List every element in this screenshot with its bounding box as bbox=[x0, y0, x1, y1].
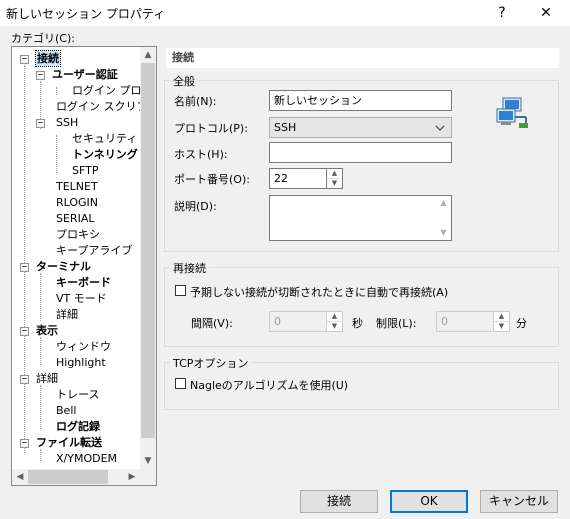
tree-item-logging[interactable]: ログ記録 bbox=[56, 419, 100, 434]
tree-item-xymodem[interactable]: X/YMODEM bbox=[56, 451, 117, 466]
tree-item-trace[interactable]: トレース bbox=[56, 387, 99, 402]
tree-item-serial[interactable]: SERIAL bbox=[56, 211, 94, 226]
scroll-left-icon[interactable]: ◀ bbox=[12, 469, 28, 485]
scroll-down-icon[interactable]: ▼ bbox=[436, 226, 451, 240]
protocol-select[interactable]: SSH bbox=[269, 117, 452, 138]
spin-up-icon[interactable]: ▲ bbox=[327, 312, 342, 322]
interval-field[interactable]: 0 bbox=[269, 311, 327, 332]
cancel-button[interactable]: キャンセル bbox=[480, 490, 558, 513]
session-name-field[interactable]: 新しいセッション bbox=[269, 90, 452, 111]
tree-item-user-auth[interactable]: ユーザー認証 bbox=[52, 67, 118, 82]
spin-down-icon[interactable]: ▼ bbox=[327, 322, 342, 331]
collapse-icon[interactable]: − bbox=[20, 263, 29, 272]
interval-spinner[interactable]: ▲ ▼ bbox=[327, 311, 343, 332]
tree-vertical-scroll-thumb[interactable] bbox=[141, 63, 155, 438]
tree-item-security[interactable]: セキュリティ bbox=[72, 131, 137, 146]
page-title: 接続 bbox=[166, 48, 559, 68]
description-scrollbar[interactable]: ▲ ▼ bbox=[436, 196, 451, 240]
tcp-options-group-title: TCPオプション bbox=[170, 355, 252, 371]
ok-button[interactable]: OK bbox=[390, 490, 468, 513]
reconnect-group-title: 再接続 bbox=[170, 260, 209, 276]
limit-unit: 分 bbox=[516, 317, 527, 330]
collapse-icon[interactable]: − bbox=[20, 375, 29, 384]
tree-item-bell[interactable]: Bell bbox=[56, 403, 76, 418]
collapse-icon[interactable]: − bbox=[36, 71, 45, 80]
auto-reconnect-label[interactable]: 予期しない接続が切断されたときに自動で再接続(A) bbox=[190, 284, 448, 300]
scroll-up-icon[interactable]: ▲ bbox=[436, 196, 451, 210]
tree-item-vt-mode[interactable]: VT モード bbox=[56, 291, 107, 306]
tree-horizontal-scroll-thumb[interactable] bbox=[28, 470, 108, 484]
close-button[interactable]: ✕ bbox=[535, 3, 557, 23]
collapse-icon[interactable]: − bbox=[20, 439, 29, 448]
tree-item-connection[interactable]: 接続 bbox=[35, 50, 61, 67]
nagle-label[interactable]: Nagleのアルゴリズムを使用(U) bbox=[190, 377, 348, 393]
tree-item-sftp[interactable]: SFTP bbox=[72, 163, 98, 178]
limit-spinner[interactable]: ▲ ▼ bbox=[494, 311, 510, 332]
collapse-icon[interactable]: − bbox=[20, 55, 29, 64]
category-label: カテゴリ(C): bbox=[11, 32, 75, 45]
port-field[interactable]: 22 bbox=[269, 168, 327, 189]
collapse-icon[interactable]: − bbox=[36, 119, 45, 128]
session-name-label: 名前(N): bbox=[174, 95, 217, 108]
spin-down-icon[interactable]: ▼ bbox=[494, 322, 509, 331]
tree-item-tunneling[interactable]: トンネリング bbox=[72, 147, 138, 162]
interval-label: 間隔(V): bbox=[191, 317, 233, 330]
tree-item-terminal[interactable]: ターミナル bbox=[36, 259, 91, 274]
tree-item-appearance[interactable]: 表示 bbox=[36, 323, 58, 338]
title-bar: 新しいセッション プロパティ ? ✕ bbox=[0, 0, 570, 26]
help-button[interactable]: ? bbox=[491, 3, 513, 23]
tree-item-ssh[interactable]: SSH bbox=[56, 115, 78, 130]
network-computers-icon bbox=[496, 97, 528, 128]
tree-item-rlogin[interactable]: RLOGIN bbox=[56, 195, 98, 210]
category-tree[interactable]: − − − − − − − 接続 ユーザー認証 ログイン プロン ログイン スク… bbox=[11, 46, 157, 486]
tree-horizontal-scrollbar[interactable]: ◀ ▶ bbox=[12, 469, 140, 485]
port-label: ポート番号(O): bbox=[174, 173, 250, 186]
tree-item-terminal-advanced[interactable]: 詳細 bbox=[56, 307, 78, 322]
limit-label: 制限(L): bbox=[376, 317, 417, 330]
connect-button[interactable]: 接続 bbox=[300, 490, 378, 513]
general-group-title: 全般 bbox=[170, 73, 198, 89]
description-field[interactable] bbox=[269, 195, 452, 241]
interval-unit: 秒 bbox=[352, 317, 363, 330]
tree-item-advanced[interactable]: 詳細 bbox=[36, 371, 58, 386]
tree-item-keepalive[interactable]: キープアライブ bbox=[56, 243, 132, 258]
tree-item-file-transfer[interactable]: ファイル転送 bbox=[36, 435, 102, 450]
tree-vertical-scrollbar[interactable]: ▲ ▼ bbox=[140, 47, 156, 469]
port-spinner[interactable]: ▲ ▼ bbox=[327, 168, 343, 189]
limit-field[interactable]: 0 bbox=[436, 311, 494, 332]
host-label: ホスト(H): bbox=[174, 148, 228, 161]
scroll-down-icon[interactable]: ▼ bbox=[140, 453, 156, 469]
description-label: 説明(D): bbox=[174, 200, 217, 213]
tree-item-proxy[interactable]: プロキシ bbox=[56, 227, 100, 242]
tree-item-highlight[interactable]: Highlight bbox=[56, 355, 106, 370]
tree-item-telnet[interactable]: TELNET bbox=[56, 179, 98, 194]
auto-reconnect-checkbox[interactable] bbox=[175, 285, 186, 296]
spin-up-icon[interactable]: ▲ bbox=[494, 312, 509, 322]
tree-item-window[interactable]: ウィンドウ bbox=[56, 339, 111, 354]
nagle-checkbox[interactable] bbox=[175, 378, 186, 389]
protocol-label: プロトコル(P): bbox=[174, 122, 248, 135]
window-title: 新しいセッション プロパティ bbox=[6, 7, 166, 21]
scroll-right-icon[interactable]: ▶ bbox=[124, 469, 140, 485]
reconnect-group bbox=[164, 267, 559, 347]
scroll-up-icon[interactable]: ▲ bbox=[140, 47, 156, 63]
host-field[interactable] bbox=[269, 142, 452, 163]
chevron-down-icon bbox=[435, 125, 445, 131]
collapse-icon[interactable]: − bbox=[20, 327, 29, 336]
spin-up-icon[interactable]: ▲ bbox=[327, 169, 342, 179]
tree-item-keyboard[interactable]: キーボード bbox=[56, 275, 111, 290]
spin-down-icon[interactable]: ▼ bbox=[327, 179, 342, 188]
protocol-selected-value: SSH bbox=[274, 121, 297, 134]
scrollbar-corner bbox=[140, 469, 156, 485]
